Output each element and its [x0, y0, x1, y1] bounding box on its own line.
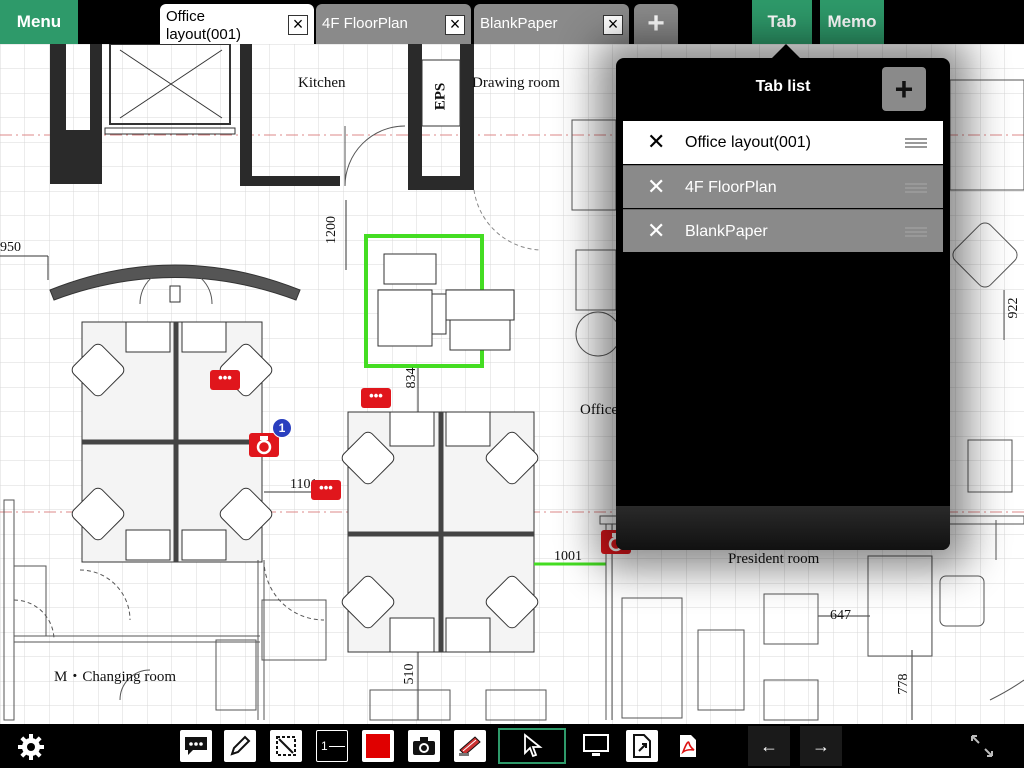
prev-button[interactable]: ←: [748, 726, 790, 766]
dimension-label-1200: 1200: [324, 216, 339, 244]
add-tab-button[interactable]: +: [882, 67, 926, 111]
close-icon[interactable]: ✕: [647, 176, 665, 198]
color-tool-button[interactable]: [362, 730, 394, 762]
close-icon[interactable]: ✕: [647, 131, 665, 153]
popup-pointer: [772, 44, 800, 58]
display-tool-button[interactable]: [580, 730, 612, 762]
add-tab-button[interactable]: +: [634, 4, 678, 44]
monitor-icon: [583, 734, 609, 756]
dimension-label-834: 834: [404, 367, 419, 389]
tab-office-layout[interactable]: Office layout(001) ×: [160, 4, 314, 44]
pdf-tool-button[interactable]: [672, 730, 704, 762]
tab-close-button[interactable]: ×: [445, 15, 465, 35]
tab-list-item-4f-floorplan[interactable]: ✕ 4F FloorPlan: [623, 165, 943, 208]
settings-gear-icon[interactable]: [16, 732, 46, 762]
selection-rect-icon: [276, 736, 296, 756]
pointer-tool-button[interactable]: [498, 728, 566, 764]
room-label-eps: EPS: [432, 82, 449, 111]
cursor-arrow-icon: [524, 733, 543, 758]
stroke-line-icon: [329, 746, 345, 747]
tab-list-item-label: Office layout(001): [685, 134, 811, 151]
dimension-label-950: 950: [0, 240, 21, 255]
tab-list-button[interactable]: Tab: [752, 0, 812, 44]
top-bar: Menu Office layout(001) × 4F FloorPlan ×…: [0, 0, 1024, 44]
tab-close-button[interactable]: ×: [288, 15, 308, 35]
speech-bubble-icon: [185, 737, 207, 755]
tab-blankpaper[interactable]: BlankPaper ×: [474, 4, 629, 44]
room-label-changing-room: M・Changing room: [54, 669, 177, 685]
export-tool-button[interactable]: [626, 730, 658, 762]
tab-label: 4F FloorPlan: [322, 15, 408, 32]
memo-button[interactable]: Memo: [820, 0, 884, 44]
dimension-label-1001: 1001: [554, 549, 582, 564]
comment-pin[interactable]: •••: [210, 370, 240, 390]
room-label-president-room: President room: [728, 551, 820, 567]
tab-4f-floorplan[interactable]: 4F FloorPlan ×: [316, 4, 471, 44]
pen-icon: [230, 735, 251, 756]
room-label-kitchen: Kitchen: [298, 75, 346, 91]
pen-tool-button[interactable]: [224, 730, 256, 762]
selection-rect-tool-button[interactable]: [270, 730, 302, 762]
tab-list-item-label: BlankPaper: [685, 223, 768, 240]
camera-pin[interactable]: [249, 433, 279, 457]
tab-list-item-blankpaper[interactable]: ✕ BlankPaper: [623, 209, 943, 252]
camera-icon: [256, 436, 272, 455]
tab-list-item-label: 4F FloorPlan: [685, 179, 777, 196]
dimension-label-647: 647: [830, 608, 851, 623]
tab-label: BlankPaper: [480, 15, 558, 32]
dimension-label-922: 922: [1006, 297, 1021, 319]
stroke-width-label: 1: [321, 739, 328, 753]
dimension-label-778: 778: [896, 673, 911, 695]
stamp-icon: [459, 736, 481, 756]
stamp-tool-button[interactable]: [454, 730, 486, 762]
tab-list-item-office-layout[interactable]: ✕ Office layout(001): [623, 121, 943, 164]
color-swatch: [366, 734, 390, 758]
room-label-drawing-room: Drawing room: [472, 75, 560, 91]
menu-button[interactable]: Menu: [0, 0, 78, 44]
drag-handle-icon[interactable]: [905, 227, 927, 237]
close-icon[interactable]: ✕: [647, 220, 665, 242]
document-export-icon: [633, 734, 651, 758]
tab-list-popup: Tab list + ✕ Office layout(001) ✕ 4F Flo…: [616, 58, 950, 550]
next-button[interactable]: →: [800, 726, 842, 766]
fullscreen-icon[interactable]: [968, 732, 996, 760]
comment-pin[interactable]: •••: [311, 480, 341, 500]
comment-tool-button[interactable]: [180, 730, 212, 762]
bottom-toolbar: 1 ← →: [0, 724, 1024, 768]
photo-count-badge: 1: [272, 418, 292, 438]
dimension-label-510: 510: [402, 663, 417, 685]
drag-handle-icon[interactable]: [905, 138, 927, 148]
stroke-width-tool-button[interactable]: 1: [316, 730, 348, 762]
comment-pin[interactable]: •••: [361, 388, 391, 408]
drag-handle-icon[interactable]: [905, 183, 927, 193]
tab-close-button[interactable]: ×: [603, 15, 623, 35]
tab-label: Office layout(001): [166, 8, 242, 43]
camera-icon: [413, 737, 435, 755]
popup-footer: [616, 506, 950, 550]
camera-tool-button[interactable]: [408, 730, 440, 762]
room-label-office: Office: [580, 402, 619, 418]
pdf-icon: [680, 735, 696, 757]
